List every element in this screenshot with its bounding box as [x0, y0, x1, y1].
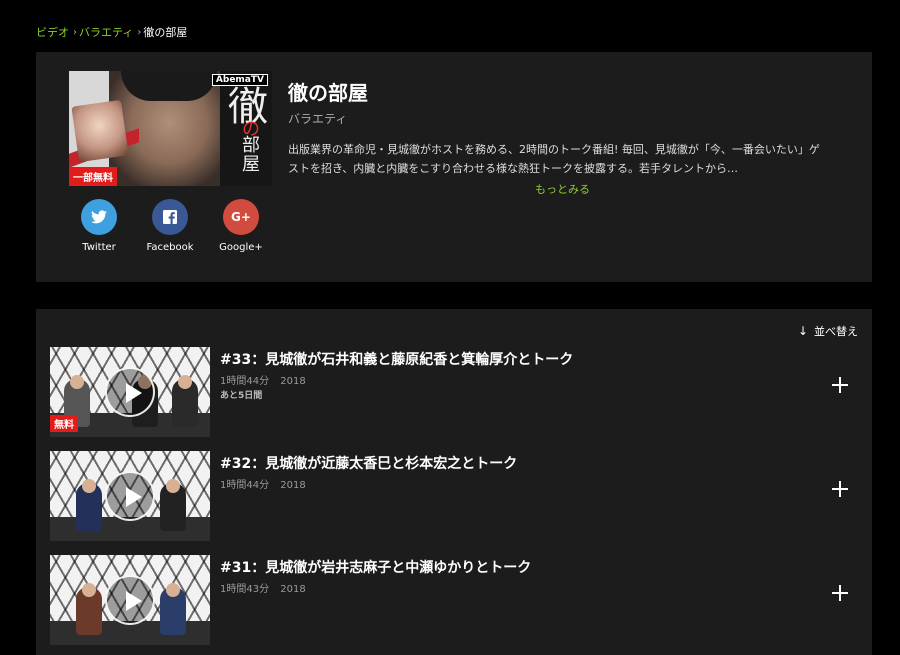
- google-plus-icon: G+: [223, 199, 259, 235]
- arrow-down-icon: ↓: [797, 324, 808, 338]
- guest-photo-image: [71, 99, 129, 163]
- add-to-mylist-plus-icon[interactable]: [830, 583, 850, 603]
- episode-duration: 1時間43分: [220, 584, 270, 595]
- breadcrumb-video[interactable]: ビデオ: [36, 24, 69, 40]
- breadcrumb-separator-icon: ›: [73, 26, 77, 38]
- episodes-panel: ↓ 並べ替え 無料 #33：見城徹が石井和義と藤原紀香と箕輪厚介とトーク 1時間…: [36, 309, 872, 655]
- episode-year: 2018: [280, 480, 306, 491]
- facebook-f-icon: [152, 199, 188, 235]
- show-thumbnail: AbemaTV 徹 の 部屋 一部無料: [69, 71, 272, 186]
- episode-meta: 1時間43分 2018: [220, 580, 314, 595]
- guest-head: [178, 375, 192, 389]
- episode-year: 2018: [280, 376, 306, 387]
- breadcrumb-current: 徹の部屋: [143, 26, 188, 39]
- twitter-label: Twitter: [82, 242, 116, 253]
- play-icon[interactable]: [105, 471, 155, 521]
- show-description: 出版業界の革命児・見城徹がホストを務める、2時間のトーク番組! 毎回、見城徹が「…: [288, 143, 820, 175]
- free-badge: 無料: [50, 415, 78, 432]
- breadcrumb-variety[interactable]: バラエティ: [79, 24, 133, 40]
- facebook-label: Facebook: [146, 242, 194, 253]
- host-head: [70, 375, 84, 389]
- breadcrumb: ビデオ › バラエティ › 徹の部屋: [36, 24, 187, 40]
- sort-label: 並べ替え: [814, 325, 858, 338]
- host-hair-shape: [121, 71, 217, 101]
- guest-head: [166, 479, 180, 493]
- episode-remaining: あと5日間: [220, 391, 263, 401]
- show-info-panel: AbemaTV 徹 の 部屋 一部無料 Twitter Facebook G+ …: [36, 52, 872, 282]
- episode-year: 2018: [280, 584, 306, 595]
- thumbnail-kanji-heya: 部屋: [242, 135, 260, 175]
- episode-meta: 1時間44分 2018: [220, 372, 314, 387]
- add-to-mylist-plus-icon[interactable]: [830, 375, 850, 395]
- episode-title[interactable]: #33：見城徹が石井和義と藤原紀香と箕輪厚介とトーク: [220, 349, 573, 369]
- twitter-bird-icon: [81, 199, 117, 235]
- play-icon[interactable]: [105, 367, 155, 417]
- guest-head: [82, 479, 96, 493]
- episode-duration: 1時間44分: [220, 376, 270, 387]
- episode-row[interactable]: #31：見城徹が岩井志麻子と中瀬ゆかりとトーク 1時間43分 2018: [50, 555, 858, 645]
- partial-free-badge: 一部無料: [69, 167, 117, 186]
- guest-head: [166, 583, 180, 597]
- episode-duration: 1時間44分: [220, 480, 270, 491]
- show-title: 徹の部屋: [288, 81, 368, 105]
- episode-thumbnail[interactable]: [50, 555, 210, 645]
- add-to-mylist-plus-icon[interactable]: [830, 479, 850, 499]
- episode-thumbnail[interactable]: 無料: [50, 347, 210, 437]
- episode-title[interactable]: #31：見城徹が岩井志麻子と中瀬ゆかりとトーク: [220, 557, 531, 577]
- google-plus-label: Google+: [219, 242, 263, 253]
- guest-head: [82, 583, 96, 597]
- episode-meta: 1時間44分 2018: [220, 476, 314, 491]
- episode-thumbnail[interactable]: [50, 451, 210, 541]
- google-plus-share-button[interactable]: G+ Google+: [216, 199, 266, 253]
- breadcrumb-separator-icon: ›: [137, 26, 142, 38]
- twitter-share-button[interactable]: Twitter: [74, 199, 124, 253]
- episode-title[interactable]: #32：見城徹が近藤太香巳と杉本宏之とトーク: [220, 453, 517, 473]
- episode-row[interactable]: #32：見城徹が近藤太香巳と杉本宏之とトーク 1時間44分 2018: [50, 451, 858, 541]
- facebook-share-button[interactable]: Facebook: [145, 199, 195, 253]
- episode-row[interactable]: 無料 #33：見城徹が石井和義と藤原紀香と箕輪厚介とトーク 1時間44分 201…: [50, 347, 858, 437]
- show-more-link[interactable]: もっとみる: [535, 181, 590, 197]
- play-icon[interactable]: [105, 575, 155, 625]
- show-genre[interactable]: バラエティ: [288, 110, 347, 127]
- sort-button[interactable]: ↓ 並べ替え: [798, 323, 858, 339]
